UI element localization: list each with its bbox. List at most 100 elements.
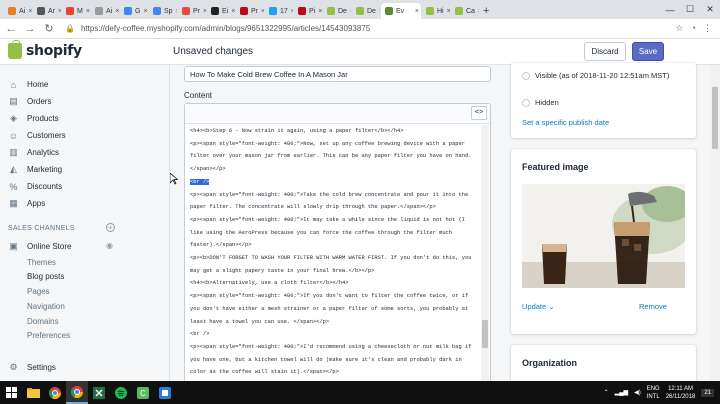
chrome-icon[interactable] xyxy=(44,381,66,404)
close-window-icon[interactable]: ✕ xyxy=(700,0,720,19)
sidebar-item-customers[interactable]: ☺ Customers xyxy=(8,130,66,141)
tab-close-icon[interactable]: × xyxy=(478,8,479,15)
volume-icon[interactable]: ◀) xyxy=(634,389,641,396)
browser-tab[interactable]: Ca× xyxy=(451,3,479,19)
browser-tab[interactable]: Ei × xyxy=(207,3,235,19)
tab-close-icon[interactable]: × xyxy=(318,8,322,15)
forward-icon[interactable]: → xyxy=(22,23,38,35)
file-explorer-icon[interactable] xyxy=(22,381,44,404)
windows-start-icon[interactable] xyxy=(0,381,22,404)
tab-close-icon[interactable]: × xyxy=(176,8,177,15)
article-title-input[interactable]: How To Make Cold Brew Coffee In A Mason … xyxy=(184,66,491,82)
back-icon[interactable]: ← xyxy=(3,23,19,35)
add-channel-icon[interactable]: + xyxy=(106,223,115,232)
maximize-icon[interactable]: ☐ xyxy=(680,0,700,19)
menu-dots-icon[interactable]: ⋮ xyxy=(703,23,712,34)
tab-close-icon[interactable]: × xyxy=(231,8,235,15)
spotify-icon[interactable] xyxy=(110,381,132,404)
tab-close-icon[interactable]: × xyxy=(350,8,351,15)
right-column: Visible (as of 2018-11-20 12:51am MST) H… xyxy=(500,63,720,385)
sidebar-item-label: Customers xyxy=(27,131,66,140)
sidebar-item-analytics[interactable]: ▥ Analytics xyxy=(8,147,59,158)
tab-favicon-icon xyxy=(240,7,248,15)
url-field[interactable]: 🔒 https://defy-coffee.myshopify.com/admi… xyxy=(65,22,667,36)
sidebar-subitem-navigation[interactable]: Navigation xyxy=(27,302,65,311)
tab-close-icon[interactable]: × xyxy=(291,8,293,15)
sidebar-item-online-store[interactable]: ▣ Online Store xyxy=(8,241,71,252)
logo-text: shopify xyxy=(26,43,82,59)
tab-close-icon[interactable]: × xyxy=(28,8,32,15)
shopify-logo[interactable]: shopify xyxy=(8,40,82,59)
sidebar-subitem-preferences[interactable]: Preferences xyxy=(27,331,70,340)
publish-date-link[interactable]: Set a specific publish date xyxy=(522,118,609,127)
keyboard-layout[interactable]: ENG INTL xyxy=(647,385,660,401)
editor-scroll-thumb[interactable] xyxy=(482,320,488,348)
update-image-link[interactable]: Update ⌄ xyxy=(522,302,555,311)
browser-tab[interactable]: Ai × xyxy=(91,3,119,19)
tab-close-icon[interactable]: × xyxy=(261,8,264,15)
sidebar-subitem-domains[interactable]: Domains xyxy=(27,317,59,326)
html-code-area[interactable]: <h4><b>Step 6 - Now strain it again, usi… xyxy=(187,125,479,381)
sidebar-item-products[interactable]: ◈ Products xyxy=(8,113,59,124)
chrome-active-icon[interactable] xyxy=(66,381,88,404)
hidden-radio[interactable] xyxy=(522,99,530,107)
visible-radio[interactable] xyxy=(522,72,530,80)
reload-icon[interactable]: ↻ xyxy=(41,22,57,35)
visible-option[interactable]: Visible (as of 2018-11-20 12:51am MST) xyxy=(522,71,675,81)
notification-badge[interactable]: 21 xyxy=(701,388,714,397)
sidebar-item-label: Home xyxy=(27,80,49,89)
tab-close-icon[interactable]: × xyxy=(115,8,119,15)
sidebar-subitem-themes[interactable]: Themes xyxy=(27,258,56,267)
sidebar-subitem-pages[interactable]: Pages xyxy=(27,287,50,296)
view-store-eye-icon[interactable]: ◉ xyxy=(106,241,113,250)
sidebar-subitem-blog-posts[interactable]: Blog posts xyxy=(27,272,64,281)
browser-tab[interactable]: De× xyxy=(323,3,351,19)
editor-scrollbar[interactable] xyxy=(481,125,489,381)
tab-label: Pr xyxy=(193,7,200,15)
browser-tab[interactable]: Ai × xyxy=(4,3,32,19)
browser-tab[interactable]: Ev × xyxy=(381,3,421,19)
tab-close-icon[interactable]: × xyxy=(379,8,380,15)
browser-tab[interactable]: De× xyxy=(352,3,380,19)
sidebar-item-orders[interactable]: ▤ Orders xyxy=(8,96,51,107)
network-icon[interactable]: ▂▄▆ xyxy=(615,389,628,396)
sidebar-item-settings[interactable]: ⚙ Settings xyxy=(8,362,55,373)
tab-close-icon[interactable]: × xyxy=(415,8,421,15)
minimize-icon[interactable]: — xyxy=(660,0,680,19)
page-scroll-thumb[interactable] xyxy=(712,87,718,149)
clock[interactable]: 12:11 AM 26/11/2018 xyxy=(666,385,696,401)
extension-icon[interactable]: ◔ xyxy=(691,23,696,34)
sidebar-item-marketing[interactable]: ◭ Marketing xyxy=(8,164,62,175)
browser-tab[interactable]: Pr × xyxy=(178,3,206,19)
browser-tab[interactable]: Hi × xyxy=(422,3,450,19)
sidebar-item-apps[interactable]: ▦ Apps xyxy=(8,198,45,209)
save-button[interactable]: Save xyxy=(632,42,664,61)
tab-close-icon[interactable]: × xyxy=(447,8,450,15)
remove-image-link[interactable]: Remove xyxy=(639,302,667,311)
tab-close-icon[interactable]: × xyxy=(143,8,148,15)
tab-close-icon[interactable]: × xyxy=(203,8,206,15)
app-icon[interactable] xyxy=(154,381,176,404)
browser-tab[interactable]: Sp× xyxy=(149,3,177,19)
tab-close-icon[interactable]: × xyxy=(58,8,61,15)
tray-chevron-icon[interactable]: ⌃ xyxy=(604,389,609,396)
discard-button[interactable]: Discard xyxy=(584,42,626,61)
show-html-button[interactable]: <> xyxy=(471,106,487,120)
tab-close-icon[interactable]: × xyxy=(86,8,90,15)
excel-icon[interactable] xyxy=(88,381,110,404)
tab-favicon-icon xyxy=(66,7,74,15)
featured-image-photo[interactable] xyxy=(522,184,685,288)
star-icon[interactable]: ☆ xyxy=(675,23,683,34)
sidebar-item-discounts[interactable]: % Discounts xyxy=(8,181,62,192)
browser-tab[interactable]: Ar × xyxy=(33,3,61,19)
hidden-option[interactable]: Hidden xyxy=(522,98,559,107)
sidebar-item-home[interactable]: ⌂ Home xyxy=(8,79,49,90)
page-scrollbar[interactable] xyxy=(710,65,720,381)
browser-tab[interactable]: G × xyxy=(120,3,148,19)
browser-tab[interactable]: Pi × xyxy=(294,3,322,19)
browser-tab[interactable]: Pr × xyxy=(236,3,264,19)
browser-tab[interactable]: M × xyxy=(62,3,90,19)
browser-tab[interactable]: 17 × xyxy=(265,3,293,19)
camtasia-icon[interactable]: C xyxy=(132,381,154,404)
new-tab-button[interactable]: + xyxy=(483,3,489,19)
